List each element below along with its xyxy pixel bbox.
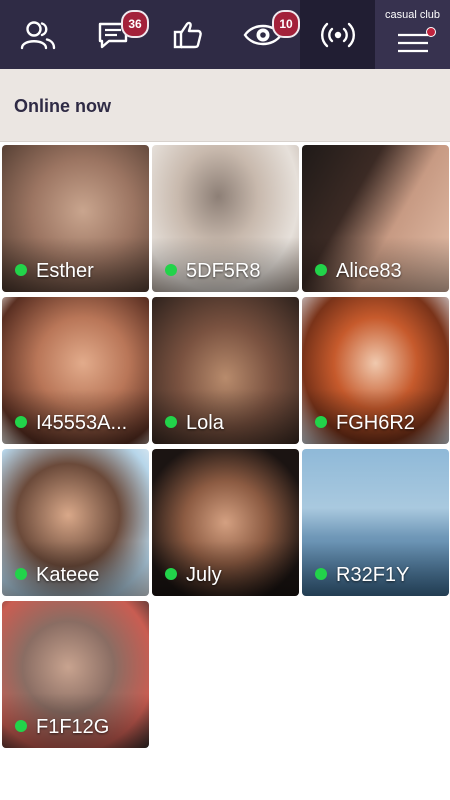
user-name: I45553A... (36, 412, 128, 434)
thumbs-up-icon (173, 21, 202, 48)
user-name: Esther (36, 260, 94, 282)
messages-button[interactable]: 36 (75, 0, 150, 69)
visitors-button[interactable]: 10 (225, 0, 300, 69)
user-name: Kateee (36, 564, 100, 586)
user-tile[interactable]: Lola (152, 297, 299, 444)
live-button[interactable] (300, 0, 375, 69)
likes-button[interactable] (150, 0, 225, 69)
online-status-dot (165, 416, 177, 428)
contacts-button[interactable] (0, 0, 75, 69)
user-name: Alice83 (336, 260, 402, 282)
menu-button[interactable]: casual club (375, 0, 450, 69)
user-tile[interactable]: FGH6R2 (302, 297, 449, 444)
top-nav-bar: 36 10 casual club (0, 0, 450, 69)
online-status-dot (15, 264, 27, 276)
user-tile[interactable]: F1F12G (2, 601, 149, 748)
user-name: 5DF5R8 (186, 260, 261, 282)
online-status-dot (315, 568, 327, 580)
club-name: casual club (384, 9, 441, 21)
hamburger-menu-icon (398, 33, 428, 53)
online-status-dot (165, 568, 177, 580)
contacts-icon (20, 20, 55, 49)
user-tile[interactable]: Alice83 (302, 145, 449, 292)
user-tile[interactable]: July (152, 449, 299, 596)
user-name: Lola (186, 412, 224, 434)
messages-badge: 36 (121, 10, 149, 38)
user-name: F1F12G (36, 716, 110, 738)
online-users-grid: Esther 5DF5R8 Alice83 I45553A... Lola FG… (2, 145, 449, 748)
online-status-dot (15, 720, 27, 732)
online-status-dot (165, 264, 177, 276)
user-name: FGH6R2 (336, 412, 415, 434)
section-header: Online now (0, 69, 450, 142)
user-tile[interactable]: I45553A... (2, 297, 149, 444)
online-status-dot (315, 264, 327, 276)
user-tile[interactable]: 5DF5R8 (152, 145, 299, 292)
user-tile[interactable]: Esther (2, 145, 149, 292)
broadcast-icon (320, 22, 355, 47)
visitors-badge: 10 (272, 10, 300, 38)
user-name: July (186, 564, 222, 586)
online-status-dot (15, 568, 27, 580)
online-status-dot (315, 416, 327, 428)
online-status-dot (15, 416, 27, 428)
user-tile[interactable]: Kateee (2, 449, 149, 596)
user-tile[interactable]: R32F1Y (302, 449, 449, 596)
section-title: Online now (14, 96, 111, 116)
user-name: R32F1Y (336, 564, 410, 586)
